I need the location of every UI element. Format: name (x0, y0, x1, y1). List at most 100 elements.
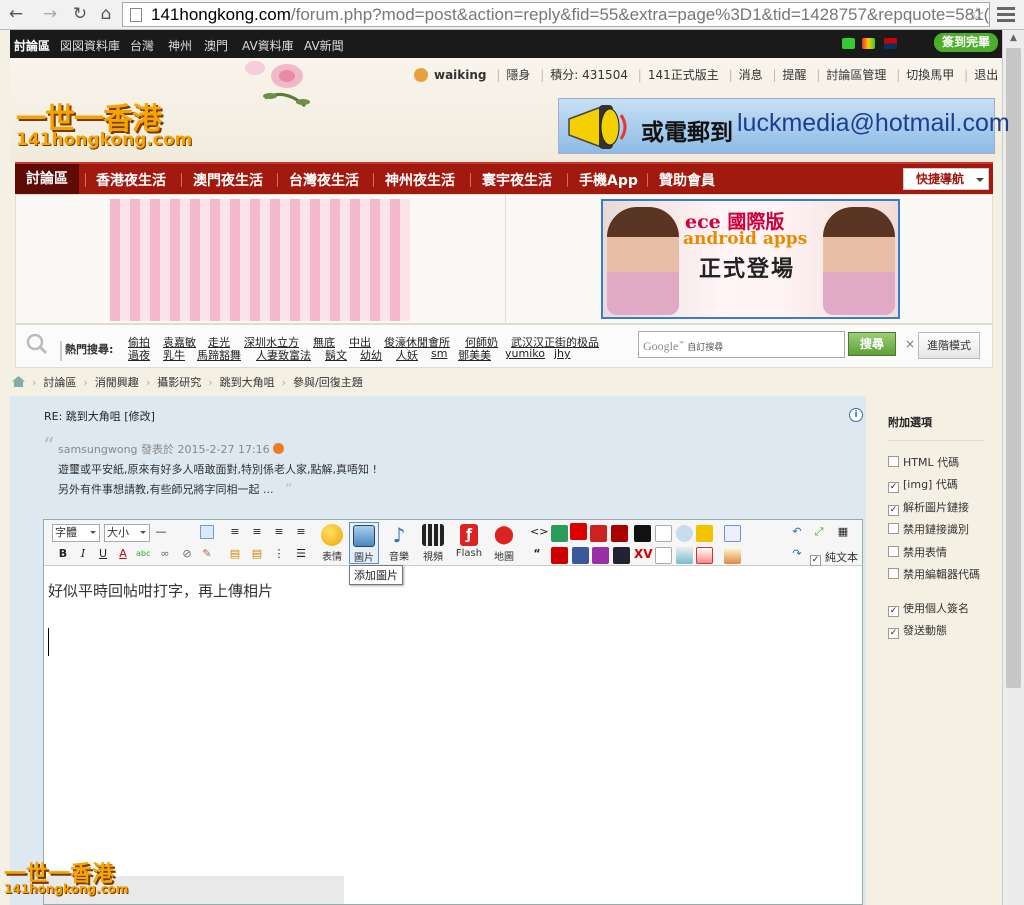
option-disable-editor-code[interactable]: 禁用編輯器代碼 (888, 566, 980, 582)
image-button[interactable]: 圖片 (349, 522, 379, 564)
clear-format-icon[interactable]: ✎ (200, 547, 214, 561)
colors-icon[interactable] (862, 38, 875, 49)
flag-icon[interactable] (884, 38, 897, 49)
topbar-item[interactable]: 神州 (168, 37, 192, 54)
fullscreen-icon[interactable]: ⤢ (812, 525, 826, 539)
xv-icon[interactable]: XV (634, 547, 653, 564)
playlist-icon[interactable] (613, 547, 630, 564)
hot-search-link[interactable]: 鄧美美 (458, 347, 491, 363)
hot-search-link[interactable]: 人妻致富法 (256, 347, 311, 363)
user-link[interactable]: 積分: 431504 (550, 68, 628, 82)
hot-search-link[interactable]: 幼幼 (360, 347, 382, 363)
quick-nav-dropdown[interactable]: 快捷導航 (903, 168, 989, 190)
video-button[interactable]: 視頻 (418, 524, 448, 563)
option-disable-emoticons[interactable]: 禁用表情 (888, 544, 947, 560)
search-media-icon[interactable] (676, 525, 693, 542)
google-search-input[interactable]: Google™ 自訂搜尋 (638, 331, 845, 358)
unlink-icon[interactable]: ⊘ (180, 547, 194, 561)
user-link[interactable]: 隱身 (506, 68, 530, 82)
forward-icon[interactable]: → (40, 4, 60, 24)
user-link[interactable]: 討論區管理 (826, 68, 886, 82)
editor-content[interactable]: 好似平時回帖咁打字，再上傳相片 (48, 580, 273, 601)
reload-icon[interactable]: ↻ (70, 4, 90, 24)
option-checkbox[interactable] (888, 523, 899, 534)
plain-text-checkbox[interactable]: ✓ (810, 555, 821, 566)
blank-icon[interactable] (655, 547, 672, 564)
striped-ad-placeholder[interactable] (110, 199, 410, 321)
quote-icon[interactable]: “ (530, 547, 544, 561)
ece-app-ad-banner[interactable]: ece 國際版 android apps 正式登場 (601, 199, 900, 319)
home-icon[interactable]: ⌂ (96, 4, 116, 24)
option-use-signature[interactable]: ✓ 使用個人簽名 (888, 600, 969, 617)
topbar-item[interactable]: AV新聞 (304, 37, 344, 54)
flash-button[interactable]: ƒ Flash (454, 524, 484, 559)
topbar-item[interactable]: 台灣 (130, 37, 154, 54)
bookmark-star-icon[interactable]: ☆ (969, 3, 985, 26)
user-link[interactable]: 切換馬甲 (906, 68, 954, 82)
float-right-icon[interactable]: ▤ (250, 547, 264, 561)
file-icon[interactable] (676, 547, 693, 564)
ordered-list-icon[interactable]: ⋮ (272, 547, 286, 561)
highlight-icon[interactable]: abc (136, 547, 150, 561)
option-parse-image-links[interactable]: ✓ 解析圖片鏈接 (888, 499, 969, 516)
scrollbar-thumb[interactable] (1006, 48, 1021, 688)
breadcrumb-item[interactable]: 跳到大角咀 (220, 376, 275, 389)
user-link[interactable]: 141正式版主 (648, 68, 719, 82)
nav-item-taiwan[interactable]: 台灣夜生活 (289, 170, 359, 190)
tudou-icon[interactable] (592, 547, 609, 564)
music-button[interactable]: ♪ 音樂 (384, 524, 414, 563)
align-right-icon[interactable]: ≡ (272, 525, 286, 539)
image-file-icon[interactable] (696, 547, 713, 564)
attach-icon[interactable] (724, 525, 741, 542)
topbar-item[interactable]: AV資料庫 (242, 37, 294, 54)
align-center-icon[interactable]: ≡ (250, 525, 264, 539)
hot-search-link[interactable]: 人妖 (396, 347, 418, 363)
option-html-code[interactable]: HTML 代碼 (888, 454, 959, 470)
justify-icon[interactable]: ≡ (294, 525, 308, 539)
nav-item-hk[interactable]: 香港夜生活 (96, 170, 166, 190)
option-checkbox[interactable]: ✓ (888, 628, 899, 639)
media-icon[interactable] (590, 525, 607, 542)
hot-search-link[interactable]: sm (431, 347, 447, 360)
option-checkbox[interactable]: ✓ (888, 606, 899, 617)
topbar-item[interactable]: 討論區 (14, 37, 50, 54)
font-color-icon[interactable]: A (116, 547, 130, 561)
site-logo-text[interactable]: 141hongkong.com (16, 130, 192, 150)
option-checkbox[interactable] (888, 456, 899, 467)
back-icon[interactable]: ← (6, 4, 26, 24)
option-img-code[interactable]: ✓ [img] 代碼 (888, 476, 958, 493)
browser-menu-icon[interactable] (996, 4, 1016, 24)
map-button[interactable]: ⬤ 地圖 (489, 524, 519, 563)
nav-item-forum[interactable]: 討論區 (15, 164, 79, 194)
topbar-item[interactable]: 澳門 (204, 37, 228, 54)
breadcrumb-item[interactable]: 討論區 (43, 376, 76, 389)
underline-icon[interactable]: U (96, 547, 110, 561)
vine-icon[interactable] (551, 525, 568, 542)
plain-text-toggle[interactable]: ✓ 純文本 (810, 549, 858, 566)
info-icon[interactable]: i (849, 408, 863, 422)
mp4-icon[interactable] (696, 525, 713, 542)
align-left-icon[interactable]: ≡ (228, 525, 242, 539)
search-button[interactable]: 搜尋 (848, 332, 896, 356)
user-link[interactable]: 消息 (739, 68, 763, 82)
youtube-hd-icon[interactable] (570, 523, 587, 540)
size-select[interactable]: 大小 (104, 524, 150, 542)
redo-icon[interactable]: ↷ (790, 547, 804, 561)
facebook-icon[interactable] (572, 547, 589, 564)
youku-icon[interactable] (551, 547, 568, 564)
horizontal-rule-icon[interactable]: — (154, 525, 168, 539)
hot-search-link[interactable]: jhy (554, 347, 571, 360)
nav-item-macau[interactable]: 澳門夜生活 (193, 170, 263, 190)
topbar-item[interactable]: 図図資料庫 (60, 37, 120, 54)
hot-search-link[interactable]: 乳牛 (163, 347, 185, 363)
font-select[interactable]: 字體 (52, 524, 100, 542)
hot-search-link[interactable]: 馬蹄豁舞 (197, 347, 241, 363)
page-scrollbar[interactable]: ▲ (1002, 30, 1024, 905)
link-icon[interactable]: ∞ (158, 547, 172, 561)
switch-mode-icon[interactable]: ▦ (836, 525, 850, 539)
option-disable-link-detect[interactable]: 禁用鏈接識別 (888, 521, 969, 537)
table-icon[interactable] (200, 525, 214, 539)
user-link[interactable]: 提醒 (783, 68, 807, 82)
nav-item-china[interactable]: 神州夜生活 (385, 170, 455, 190)
nav-item-world[interactable]: 寰宇夜生活 (482, 170, 552, 190)
